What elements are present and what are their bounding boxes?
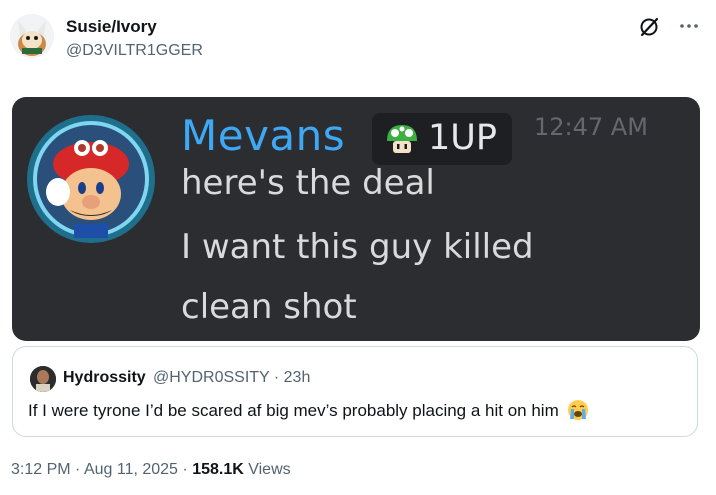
post-date[interactable]: Aug 11, 2025: [84, 461, 178, 478]
separator: ·: [273, 369, 280, 386]
post-time[interactable]: 3:12 PM: [11, 461, 71, 478]
more-icon[interactable]: [677, 14, 701, 38]
quoted-post-time: 23h: [283, 369, 311, 386]
quoted-text-content: If I were tyrone I’d be scared af big me…: [28, 401, 559, 420]
views-label: Views: [248, 461, 291, 478]
quoted-author-handle: @HYDR0SSITY: [153, 369, 270, 386]
message-time: 12:47 AM: [534, 113, 648, 141]
badge-label: 1UP: [428, 118, 497, 158]
views-count[interactable]: 158.1K: [192, 461, 244, 478]
message-line-3: clean shot: [181, 287, 357, 327]
post-meta: 3:12 PM · Aug 11, 2025 · 158.1K Views: [11, 461, 291, 479]
post-media-image[interactable]: Mevans 1UP 12:47 AM here's the deal I wa…: [12, 97, 700, 341]
role-badge: 1UP: [372, 113, 512, 165]
author-handle[interactable]: @D3VILTR1GGER: [66, 42, 203, 60]
loudly-crying-face-emoji: [568, 400, 589, 420]
1up-mushroom-icon: [387, 125, 417, 153]
discord-username: Mevans: [181, 111, 346, 160]
quoted-author-name: Hydrossity: [63, 369, 146, 386]
mario-avatar: [24, 112, 158, 246]
author-name[interactable]: Susie/Ivory: [66, 17, 157, 37]
separator: ·: [75, 461, 81, 478]
quoted-author-avatar: [30, 366, 56, 392]
message-line-2: I want this guy killed: [181, 227, 534, 267]
grok-icon[interactable]: [637, 15, 661, 39]
quoted-post[interactable]: Hydrossity @HYDR0SSITY · 23h If I were t…: [12, 346, 698, 437]
message-line-1: here's the deal: [181, 163, 435, 203]
quoted-post-text: If I were tyrone I’d be scared af big me…: [28, 399, 589, 421]
quoted-author-meta: @HYDR0SSITY · 23h: [153, 369, 310, 387]
author-avatar[interactable]: [10, 14, 54, 58]
separator: ·: [182, 461, 188, 478]
